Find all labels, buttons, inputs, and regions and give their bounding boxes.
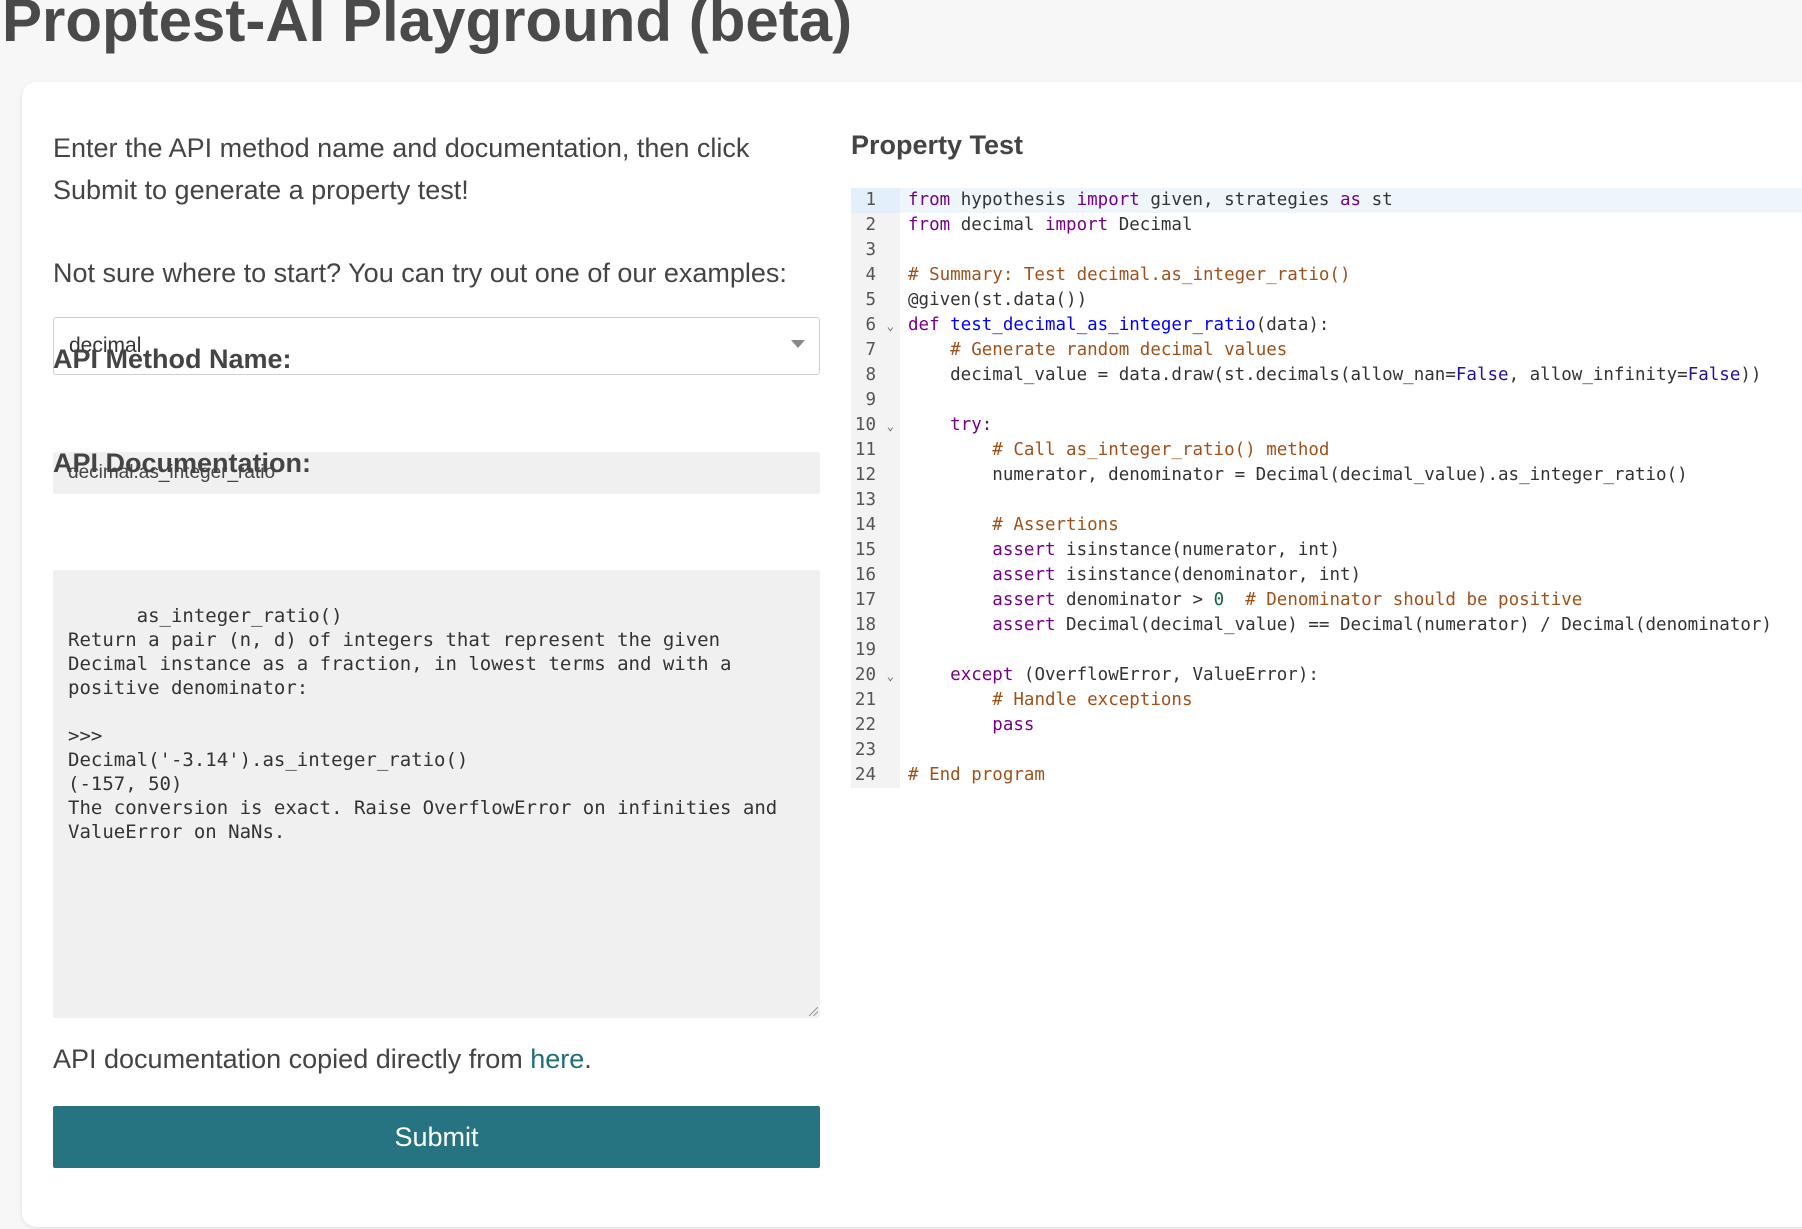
documentation-text: as_integer_ratio() Return a pair (n, d) …: [68, 605, 778, 843]
page-title: Proptest-AI Playground (beta): [2, 0, 853, 54]
code-text: assert denominator > 0 # Denominator sho…: [992, 590, 1583, 610]
code-text: @given(st.data()): [908, 290, 1088, 310]
line-number: 15: [851, 538, 900, 563]
code-text: # Generate random decimal values: [950, 340, 1288, 360]
submit-button[interactable]: Submit: [53, 1106, 820, 1168]
code-text: pass: [992, 715, 1035, 735]
line-number: 19: [851, 638, 900, 663]
code-text: from decimal import Decimal: [908, 215, 1193, 235]
code-text: def test_decimal_as_integer_ratio(data):: [908, 315, 1330, 335]
fold-toggle-icon[interactable]: ⌄: [887, 414, 894, 439]
code-line[interactable]: 14 # Assertions: [851, 513, 1802, 538]
line-number: 8: [851, 363, 900, 388]
documentation-label: API Documentation:: [53, 448, 312, 478]
code-line[interactable]: 15 assert isinstance(numerator, int): [851, 538, 1802, 563]
line-number: 17: [851, 588, 900, 613]
code-text: from hypothesis import given, strategies…: [908, 190, 1393, 210]
line-number: 16: [851, 563, 900, 588]
code-editor[interactable]: 1 from hypothesis import given, strategie…: [851, 188, 1802, 788]
line-number: 22: [851, 713, 900, 738]
code-text: # Handle exceptions: [992, 690, 1193, 710]
code-text: # End program: [908, 765, 1045, 785]
fold-toggle-icon[interactable]: ⌄: [887, 314, 894, 339]
code-line[interactable]: 23: [851, 738, 1802, 763]
code-text: assert isinstance(denominator, int): [992, 565, 1362, 585]
code-line[interactable]: 8 decimal_value = data.draw(st.decimals(…: [851, 363, 1802, 388]
source-suffix: .: [584, 1044, 592, 1074]
code-line[interactable]: 24 # End program: [851, 763, 1802, 788]
line-number: 4: [851, 263, 900, 288]
code-text: numerator, denominator = Decimal(decimal…: [908, 465, 1688, 485]
chevron-down-icon: [791, 340, 805, 348]
line-number: 14: [851, 513, 900, 538]
line-number: 18: [851, 613, 900, 638]
line-number: 3: [851, 238, 900, 263]
source-prefix: API documentation copied directly from: [53, 1044, 531, 1074]
line-number: 5: [851, 288, 900, 313]
line-number: 9: [851, 388, 900, 413]
line-number: 20 ⌄: [851, 663, 900, 688]
code-line[interactable]: 19: [851, 638, 1802, 663]
code-line[interactable]: 13: [851, 488, 1802, 513]
code-text: decimal_value = data.draw(st.decimals(al…: [908, 365, 1762, 385]
line-number: 7: [851, 338, 900, 363]
playground-card: Enter the API method name and documentat…: [22, 82, 1802, 1227]
code-line[interactable]: 22 pass: [851, 713, 1802, 738]
line-number: 24: [851, 763, 900, 788]
documentation-source-note: API documentation copied directly from h…: [53, 1044, 592, 1075]
code-line[interactable]: 5 @given(st.data()): [851, 288, 1802, 313]
code-line[interactable]: 20 ⌄ except (OverflowError, ValueError):: [851, 663, 1802, 688]
code-line[interactable]: 6 ⌄ def test_decimal_as_integer_ratio(data…: [851, 313, 1802, 338]
code-line[interactable]: 12 numerator, denominator = Decimal(deci…: [851, 463, 1802, 488]
code-line[interactable]: 10 ⌄ try:: [851, 413, 1802, 438]
code-text: assert Decimal(decimal_value) == Decimal…: [992, 615, 1772, 635]
code-line[interactable]: 9: [851, 388, 1802, 413]
line-number: 13: [851, 488, 900, 513]
source-link[interactable]: here: [530, 1044, 584, 1074]
code-line[interactable]: 16 assert isinstance(denominator, int): [851, 563, 1802, 588]
code-line[interactable]: 18 assert Decimal(decimal_value) == Deci…: [851, 613, 1802, 638]
line-number: 1: [851, 188, 900, 213]
resize-grip-icon[interactable]: [809, 1007, 818, 1016]
line-number: 11: [851, 438, 900, 463]
line-number: 10 ⌄: [851, 413, 900, 438]
code-line[interactable]: 7 # Generate random decimal values: [851, 338, 1802, 363]
line-number: 23: [851, 738, 900, 763]
code-text: # Summary: Test decimal.as_integer_ratio…: [908, 265, 1351, 285]
line-number: 6 ⌄: [851, 313, 900, 338]
documentation-textarea[interactable]: as_integer_ratio() Return a pair (n, d) …: [53, 570, 820, 1018]
code-line[interactable]: 3: [851, 238, 1802, 263]
code-line[interactable]: 2 from decimal import Decimal: [851, 213, 1802, 238]
code-text: # Assertions: [992, 515, 1119, 535]
code-text: try:: [950, 415, 993, 435]
code-text: # Call as_integer_ratio() method: [992, 440, 1330, 460]
method-name-label: API Method Name:: [53, 344, 292, 374]
code-line[interactable]: 11 # Call as_integer_ratio() method: [851, 438, 1802, 463]
line-number: 21: [851, 688, 900, 713]
code-line[interactable]: 1 from hypothesis import given, strategie…: [851, 188, 1802, 213]
examples-prompt: Not sure where to start? You can try out…: [53, 258, 787, 288]
code-text: assert isinstance(numerator, int): [992, 540, 1340, 560]
line-number: 12: [851, 463, 900, 488]
fold-toggle-icon[interactable]: ⌄: [887, 664, 894, 689]
code-line[interactable]: 21 # Handle exceptions: [851, 688, 1802, 713]
code-line[interactable]: 17 assert denominator > 0 # Denominator …: [851, 588, 1802, 613]
code-text: except (OverflowError, ValueError):: [950, 665, 1319, 685]
intro-text: Enter the API method name and documentat…: [53, 133, 750, 205]
line-number: 2: [851, 213, 900, 238]
code-line[interactable]: 4 # Summary: Test decimal.as_integer_rati…: [851, 263, 1802, 288]
property-test-title: Property Test: [851, 130, 1024, 160]
